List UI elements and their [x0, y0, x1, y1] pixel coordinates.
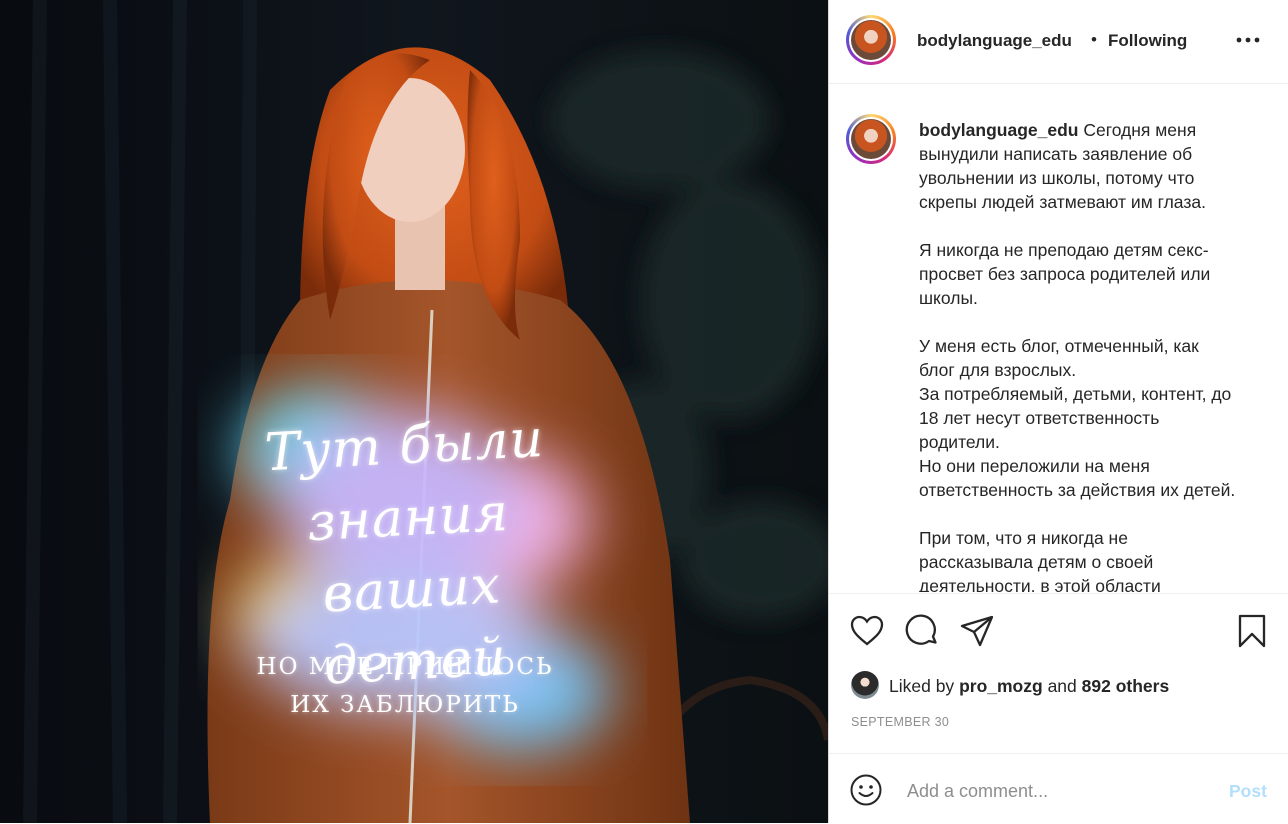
- caption-section[interactable]: bodylanguage_edu Сегодня меня вынудили н…: [829, 84, 1288, 592]
- header-separator: •: [1091, 30, 1097, 49]
- caption-body: Сегодня меня вынудили написать заявление…: [919, 120, 1236, 592]
- overlay-title-line: знания ваших: [305, 482, 511, 625]
- caption: bodylanguage_edu Сегодня меня вынудили н…: [919, 118, 1269, 592]
- caption-username[interactable]: bodylanguage_edu: [919, 120, 1078, 140]
- overlay-sub-line: ИХ ЗАБЛЮРИТЬ: [290, 692, 520, 718]
- liker-username[interactable]: pro_mozg: [959, 676, 1043, 696]
- post-date[interactable]: SEPTEMBER 30: [851, 715, 949, 729]
- overlay-subtitle: НО МНЕ ПРИШЛОСЬ ИХ ЗАБЛЮРИТЬ: [230, 648, 580, 724]
- author-username[interactable]: bodylanguage_edu: [917, 31, 1072, 51]
- likes-summary: Liked by pro_mozg and 892 others: [851, 671, 1271, 701]
- author-avatar[interactable]: [846, 15, 896, 65]
- comment-bar: Post: [829, 753, 1288, 824]
- likes-conjunction: and: [1047, 676, 1077, 696]
- share-icon[interactable]: [959, 613, 995, 649]
- post-image[interactable]: Тут были знания ваших детей НО МНЕ ПРИШЛ…: [0, 0, 828, 823]
- emoji-icon[interactable]: [849, 773, 883, 807]
- heart-icon[interactable]: [849, 613, 885, 649]
- comment-icon[interactable]: [904, 613, 940, 649]
- action-bar: [829, 593, 1288, 664]
- following-button[interactable]: Following: [1108, 31, 1187, 51]
- bookmark-icon[interactable]: [1234, 613, 1270, 649]
- comment-input[interactable]: [905, 776, 1209, 806]
- overlay-sub-line: НО МНЕ ПРИШЛОСЬ: [256, 654, 554, 680]
- more-options-icon[interactable]: [1235, 30, 1261, 50]
- likes-text: Liked by pro_mozg and 892 others: [889, 676, 1169, 697]
- caption-avatar[interactable]: [846, 114, 896, 164]
- liker-avatar[interactable]: [851, 671, 879, 699]
- likes-others-link[interactable]: 892 others: [1082, 676, 1170, 696]
- post-button[interactable]: Post: [1229, 781, 1267, 802]
- post-side-panel: bodylanguage_edu • Following bodylanguag…: [828, 0, 1288, 823]
- post-header: bodylanguage_edu • Following: [829, 0, 1288, 84]
- likes-prefix: Liked by: [889, 676, 955, 696]
